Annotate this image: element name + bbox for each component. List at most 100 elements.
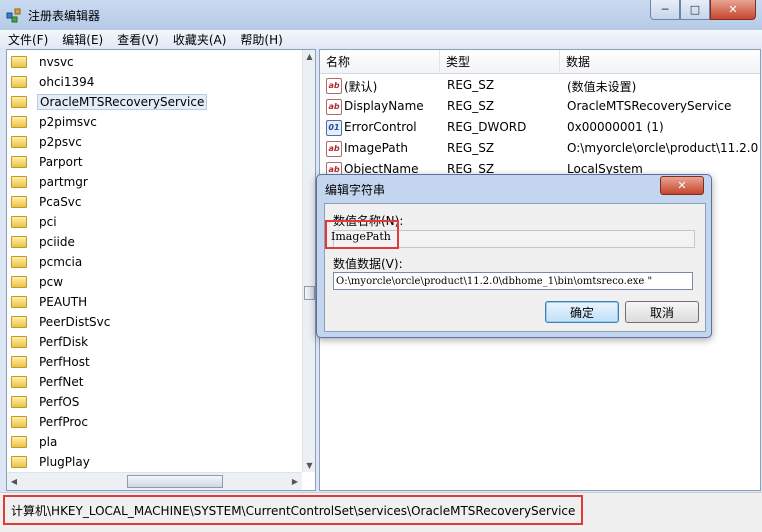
value-name: ImagePath [344,141,408,155]
column-header-type[interactable]: 类型 [440,50,560,72]
folder-icon [11,215,27,228]
value-type: REG_SZ [447,141,495,155]
value-name: (默认) [344,80,378,94]
menu-edit[interactable]: 编辑(E) [54,31,109,48]
menu-help[interactable]: 帮助(H) [232,31,288,48]
folder-icon [11,455,27,468]
dword-value-icon: 01 [326,120,342,136]
tree-item[interactable]: pciide [11,232,77,251]
tree-item-label: Parport [39,154,83,169]
scroll-left-icon[interactable]: ◀ [7,473,21,490]
tree-item[interactable]: pcmcia [11,252,84,271]
value-data: 0x00000001 (1) [567,120,664,134]
folder-icon [11,295,27,308]
folder-icon [11,415,27,428]
tree-item-label: pcw [39,274,64,289]
menu-bar: 文件(F) 编辑(E) 查看(V) 收藏夹(A) 帮助(H) [0,30,762,48]
tree-item[interactable]: ohci1394 [11,72,96,91]
tree-item-label: PEAUTH [39,294,88,309]
column-header-name[interactable]: 名称 [320,50,440,72]
value-name: ErrorControl [344,120,417,134]
tree-item[interactable]: nvsvc [11,52,76,71]
string-value-icon: ab [326,141,342,157]
title-bar: 注册表编辑器 ─ □ ✕ [0,0,762,30]
scroll-right-icon[interactable]: ▶ [288,473,302,490]
value-data: (数值未设置) [567,80,637,94]
tree-item[interactable]: pcw [11,272,65,291]
menu-file[interactable]: 文件(F) [0,31,54,48]
value-row[interactable]: ab ImagePath REG_SZ O:\myorcle\orcle\pro… [320,138,760,159]
tree-item[interactable]: PcaSvc [11,192,84,211]
folder-icon [11,315,27,328]
tree-item-label: PerfHost [39,354,90,369]
tree-item-label: pla [39,434,58,449]
tree-item[interactable]: partmgr [11,172,90,191]
folder-icon [11,275,27,288]
ok-button[interactable]: 确定 [545,301,619,323]
maximize-button[interactable]: □ [680,0,710,20]
value-data-label: 数值数据(V): [333,257,403,271]
tree-item[interactable]: p2psvc [11,132,84,151]
tree-item[interactable]: PlugPlay [11,452,92,471]
tree-item-label: p2psvc [39,134,82,149]
folder-icon [11,395,27,408]
folder-icon [11,375,27,388]
status-bar: 计算机\HKEY_LOCAL_MACHINE\SYSTEM\CurrentCon… [0,492,762,532]
tree-item-label: PeerDistSvc [39,314,111,329]
tree-item[interactable]: PerfProc [11,412,90,431]
value-type: REG_DWORD [447,120,527,134]
value-type: REG_SZ [447,78,495,92]
value-row[interactable]: ab (默认) REG_SZ (数值未设置) [320,75,760,96]
tree-item[interactable]: p2pimsvc [11,112,99,131]
menu-favorites[interactable]: 收藏夹(A) [165,31,233,48]
minimize-button[interactable]: ─ [650,0,680,20]
tree-item-label: OracleMTSRecoveryService [37,93,208,110]
dialog-close-button[interactable]: ✕ [660,176,704,195]
tree-item[interactable]: PerfOS [11,392,81,411]
tree-vertical-scrollbar[interactable]: ▲ ▼ [302,50,315,472]
folder-icon [11,115,27,128]
tree-horizontal-scrollbar[interactable]: ◀ ▶ [7,472,302,490]
tree-horizontal-scroll-thumb[interactable] [127,475,223,488]
tree-item[interactable]: PeerDistSvc [11,312,112,331]
tree-item-label: PlugPlay [39,454,90,469]
folder-icon [11,255,27,268]
folder-icon [11,335,27,348]
value-row[interactable]: 01 ErrorControl REG_DWORD 0x00000001 (1) [320,117,760,138]
folder-icon [11,55,27,68]
tree-item[interactable]: Parport [11,152,85,171]
edit-string-dialog: 编辑字符串 ✕ 数值名称(N): ImagePath 数值数据(V): O:\m… [316,174,712,338]
folder-icon [11,175,27,188]
close-button[interactable]: ✕ [710,0,756,20]
window-controls: ─ □ ✕ [650,0,756,20]
folder-icon [11,355,27,368]
tree-item[interactable]: PerfDisk [11,332,90,351]
folder-icon [11,75,27,88]
tree-vertical-scroll-thumb[interactable] [304,286,315,300]
tree-item-label: PerfNet [39,374,84,389]
tree-item[interactable]: pla [11,432,59,451]
tree-item-label: nvsvc [39,54,74,69]
tree-item-label: pcmcia [39,254,83,269]
tree-item-label: PerfProc [39,414,88,429]
value-row[interactable]: ab DisplayName REG_SZ OracleMTSRecoveryS… [320,96,760,117]
scroll-up-icon[interactable]: ▲ [303,50,315,63]
tree-item-selected[interactable]: OracleMTSRecoveryService [11,92,208,111]
folder-icon [11,195,27,208]
dialog-body: 数值名称(N): ImagePath 数值数据(V): O:\myorcle\o… [324,203,706,332]
string-value-icon: ab [326,78,342,94]
key-tree-pane[interactable]: nvsvc ohci1394 OracleMTSRecoveryService … [6,49,316,491]
tree-item[interactable]: pci [11,212,59,231]
tree-item[interactable]: PerfHost [11,352,92,371]
folder-icon [11,135,27,148]
cancel-button[interactable]: 取消 [625,301,699,323]
string-value-icon: ab [326,99,342,115]
tree-item-label: pciide [39,234,75,249]
tree-item[interactable]: PEAUTH [11,292,89,311]
value-data-input[interactable]: O:\myorcle\orcle\product\11.2.0\dbhome_1… [333,272,693,290]
folder-icon [11,435,27,448]
scroll-down-icon[interactable]: ▼ [303,459,315,472]
menu-view[interactable]: 查看(V) [109,31,165,48]
tree-item[interactable]: PerfNet [11,372,85,391]
column-header-data[interactable]: 数据 [560,50,760,72]
